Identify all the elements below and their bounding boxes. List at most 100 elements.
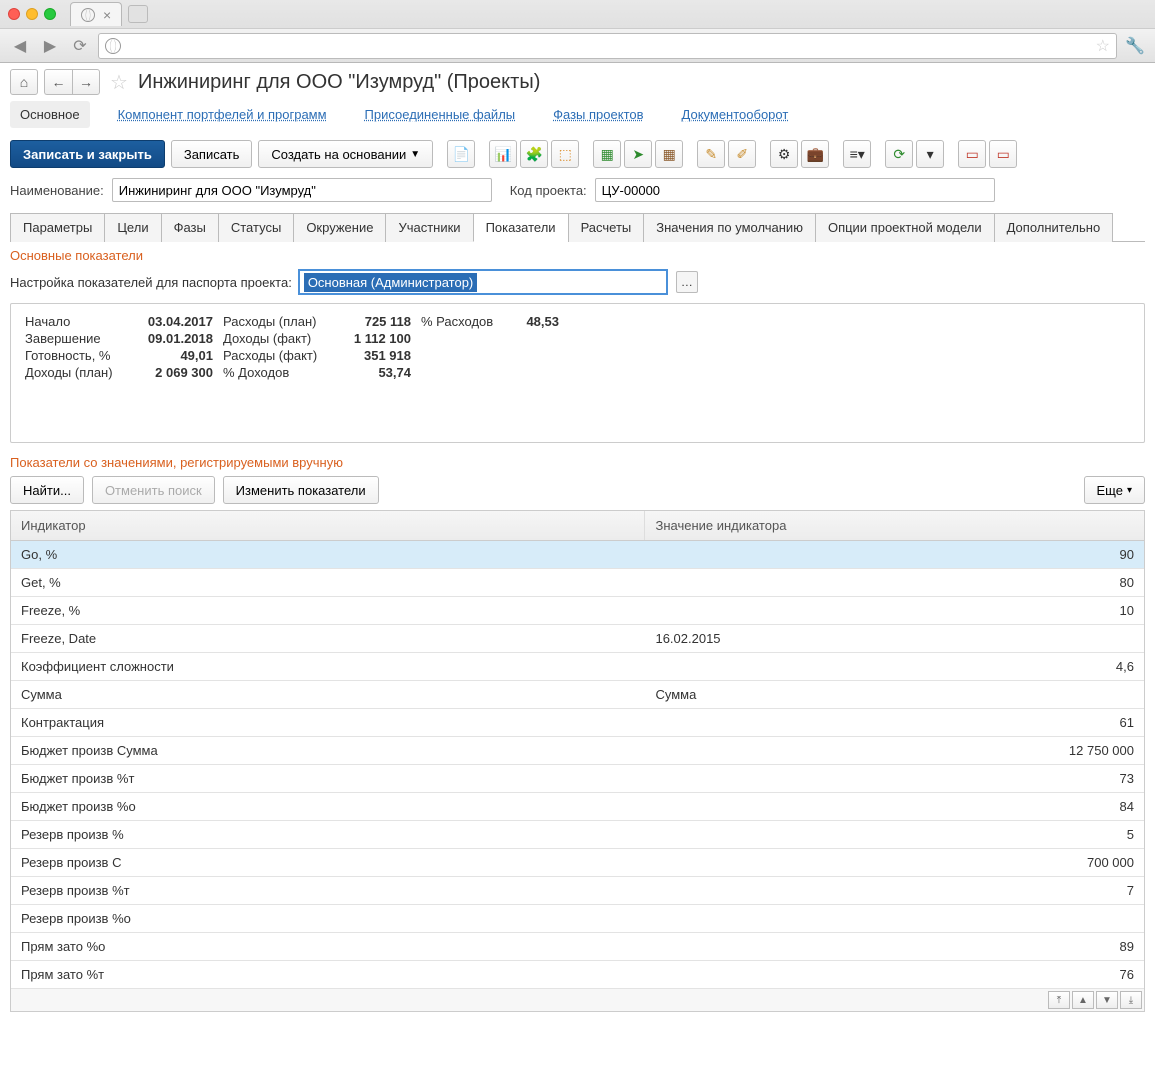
report-icon[interactable]: 📄	[447, 140, 475, 168]
tab-Параметры[interactable]: Параметры	[10, 213, 105, 242]
table-row[interactable]: Прям зато %т76	[11, 961, 1144, 989]
scroll-down-icon[interactable]: ▼	[1096, 991, 1118, 1009]
edit-indicators-button[interactable]: Изменить показатели	[223, 476, 379, 504]
cell-value: 80	[645, 569, 1144, 596]
close-window-icon[interactable]	[8, 8, 20, 20]
table-row[interactable]: Go, %90	[11, 541, 1144, 569]
globe-icon	[105, 38, 121, 54]
linktab-main[interactable]: Основное	[10, 101, 90, 128]
linktab-files[interactable]: Присоединенные файлы	[355, 101, 526, 128]
scroll-up-icon[interactable]: ▲	[1072, 991, 1094, 1009]
tree-icon[interactable]: 🧩	[520, 140, 548, 168]
scroll-bottom-icon[interactable]: ⤓	[1120, 991, 1142, 1009]
name-input[interactable]	[112, 178, 492, 202]
table-row[interactable]: Freeze, Date16.02.2015	[11, 625, 1144, 653]
tab-Окружение[interactable]: Окружение	[293, 213, 386, 242]
passport-combo[interactable]: Основная (Администратор)	[298, 269, 668, 295]
section-main-indicators: Основные показатели	[10, 248, 1145, 263]
table-row[interactable]: Резерв произв %5	[11, 821, 1144, 849]
table-row[interactable]: Контрактация61	[11, 709, 1144, 737]
nav-forward-button[interactable]: →	[72, 69, 100, 95]
cell-value: 7	[645, 877, 1144, 904]
cell-value: 73	[645, 765, 1144, 792]
edit-icon[interactable]: ✎	[697, 140, 725, 168]
minimize-window-icon[interactable]	[26, 8, 38, 20]
summary-label: % Расходов	[421, 314, 511, 329]
reload-button[interactable]: ⟳	[68, 34, 92, 58]
table-row[interactable]: Резерв произв %т7	[11, 877, 1144, 905]
doc-red-icon[interactable]: ▭	[958, 140, 986, 168]
col-indicator[interactable]: Индикатор	[11, 511, 645, 540]
linktab-component[interactable]: Компонент портфелей и программ	[108, 101, 337, 128]
table-row[interactable]: Резерв произв %о	[11, 905, 1144, 933]
table-row[interactable]: Бюджет произв Сумма12 750 000	[11, 737, 1144, 765]
table-row[interactable]: Freeze, %10	[11, 597, 1144, 625]
cell-value: 90	[645, 541, 1144, 568]
code-label: Код проекта:	[510, 183, 587, 198]
cell-indicator: Контрактация	[11, 709, 645, 736]
close-tab-icon[interactable]: ×	[103, 7, 111, 23]
bookmark-star-icon[interactable]: ☆	[1096, 36, 1110, 56]
chart-icon[interactable]: 📊	[489, 140, 517, 168]
hierarchy-icon[interactable]: ⬚	[551, 140, 579, 168]
tab-Расчеты[interactable]: Расчеты	[568, 213, 645, 242]
refresh-green-icon[interactable]: ⟳	[885, 140, 913, 168]
grid-icon[interactable]: ▦	[655, 140, 683, 168]
find-button[interactable]: Найти...	[10, 476, 84, 504]
edit2-icon[interactable]: ✐	[728, 140, 756, 168]
save-close-button[interactable]: Записать и закрыть	[10, 140, 165, 168]
cell-indicator: Резерв произв С	[11, 849, 645, 876]
cell-indicator: Коэффициент сложности	[11, 653, 645, 680]
new-tab-button[interactable]	[128, 5, 148, 23]
down-arrow-icon[interactable]: ▾	[916, 140, 944, 168]
table-row[interactable]: Прям зато %о89	[11, 933, 1144, 961]
tab-Участники[interactable]: Участники	[385, 213, 473, 242]
browser-menu-icon[interactable]: 🔧	[1123, 34, 1147, 58]
tab-Значения по умолчанию[interactable]: Значения по умолчанию	[643, 213, 816, 242]
tab-Цели[interactable]: Цели	[104, 213, 161, 242]
nav-back-button[interactable]: ←	[44, 69, 72, 95]
table-row[interactable]: Бюджет произв %о84	[11, 793, 1144, 821]
forward-button[interactable]: ▶	[38, 34, 62, 58]
table-row[interactable]: СуммаСумма	[11, 681, 1144, 709]
tab-Дополнительно[interactable]: Дополнительно	[994, 213, 1114, 242]
table-row[interactable]: Бюджет произв %т73	[11, 765, 1144, 793]
tab-Фазы[interactable]: Фазы	[161, 213, 219, 242]
cell-value: 16.02.2015	[645, 625, 1144, 652]
arrow-green-icon[interactable]: ➤	[624, 140, 652, 168]
table-row[interactable]: Резерв произв С700 000	[11, 849, 1144, 877]
passport-combo-value: Основная (Администратор)	[304, 273, 477, 292]
more-button[interactable]: Еще ▾	[1084, 476, 1145, 504]
tab-Показатели[interactable]: Показатели	[473, 213, 569, 242]
table-row[interactable]: Коэффициент сложности4,6	[11, 653, 1144, 681]
zoom-window-icon[interactable]	[44, 8, 56, 20]
save-button[interactable]: Записать	[171, 140, 253, 168]
browser-tab[interactable]: ×	[70, 2, 122, 26]
home-button[interactable]: ⌂	[10, 69, 38, 95]
passport-combo-select[interactable]: …	[676, 271, 698, 293]
table-green-icon[interactable]: ▦	[593, 140, 621, 168]
linktab-docflow[interactable]: Документооборот	[672, 101, 799, 128]
back-button[interactable]: ◀	[8, 34, 32, 58]
summary-value: 03.04.2017	[139, 314, 219, 329]
list-dropdown-icon[interactable]: ≡▾	[843, 140, 871, 168]
summary-value: 09.01.2018	[139, 331, 219, 346]
tab-Статусы[interactable]: Статусы	[218, 213, 294, 242]
cancel-find-button[interactable]: Отменить поиск	[92, 476, 215, 504]
scroll-top-icon[interactable]: ⤒	[1048, 991, 1070, 1009]
linktab-phases[interactable]: Фазы проектов	[543, 101, 653, 128]
col-value[interactable]: Значение индикатора	[645, 511, 1144, 540]
cell-value: 76	[645, 961, 1144, 988]
browser-chrome: × ◀ ▶ ⟳ ☆ 🔧	[0, 0, 1155, 63]
doc-red2-icon[interactable]: ▭	[989, 140, 1017, 168]
create-based-button[interactable]: Создать на основании▼	[258, 140, 433, 168]
code-input[interactable]	[595, 178, 995, 202]
briefcase-icon[interactable]: 💼	[801, 140, 829, 168]
summary-value: 1 112 100	[337, 331, 417, 346]
table-row[interactable]: Get, %80	[11, 569, 1144, 597]
tab-Опции проектной модели[interactable]: Опции проектной модели	[815, 213, 995, 242]
gear-dark-icon[interactable]: ⚙	[770, 140, 798, 168]
favorite-star-icon[interactable]: ☆	[110, 70, 128, 95]
summary-label: Завершение	[25, 331, 135, 346]
address-bar[interactable]: ☆	[98, 33, 1117, 59]
